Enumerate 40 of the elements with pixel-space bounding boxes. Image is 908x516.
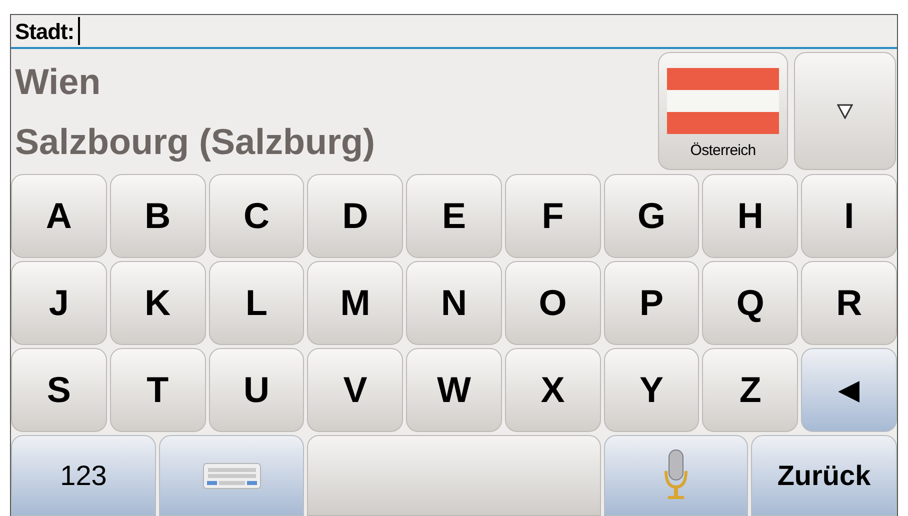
letter-key[interactable]: S xyxy=(11,348,107,432)
backspace-key[interactable]: ◀ xyxy=(801,348,897,432)
letter-key[interactable]: N xyxy=(406,261,502,345)
letter-key[interactable]: F xyxy=(504,174,601,258)
suggestion-item[interactable]: Wien xyxy=(15,52,101,112)
letter-key[interactable]: G xyxy=(604,174,700,258)
letter-key[interactable]: L xyxy=(208,261,304,345)
suggestion-item[interactable]: Salzbourg (Salzburg) xyxy=(15,112,375,172)
letter-key[interactable]: R xyxy=(801,261,897,345)
letter-key[interactable]: J xyxy=(11,261,107,345)
letter-key[interactable]: I xyxy=(801,174,897,258)
back-button[interactable]: Zurück xyxy=(751,435,897,516)
triangle-down-icon xyxy=(837,103,853,119)
microphone-key[interactable] xyxy=(604,435,748,516)
field-label: Stadt: xyxy=(15,18,74,46)
letter-key[interactable]: V xyxy=(307,348,404,432)
letter-key[interactable]: W xyxy=(406,348,502,432)
letter-key[interactable]: X xyxy=(504,348,601,432)
letter-key[interactable]: C xyxy=(208,174,304,258)
letter-key[interactable]: E xyxy=(406,174,502,258)
letter-key[interactable]: B xyxy=(110,174,206,258)
letter-key[interactable]: T xyxy=(110,348,206,432)
letter-key[interactable]: M xyxy=(307,261,404,345)
letter-key[interactable]: H xyxy=(702,174,798,258)
letter-key[interactable]: U xyxy=(208,348,304,432)
space-key[interactable] xyxy=(307,435,601,516)
numbers-key[interactable]: 123 xyxy=(11,435,156,516)
letter-key[interactable]: Q xyxy=(702,261,798,345)
letter-key[interactable]: D xyxy=(307,174,404,258)
country-button[interactable]: Österreich xyxy=(658,52,788,170)
letter-key[interactable]: A xyxy=(11,174,107,258)
letter-key[interactable]: Y xyxy=(604,348,700,432)
letter-key[interactable]: Z xyxy=(702,348,798,432)
flag-icon xyxy=(667,68,779,134)
keyboard-key[interactable] xyxy=(159,435,304,516)
letter-key[interactable]: O xyxy=(504,261,601,345)
keyboard-icon xyxy=(202,462,260,488)
letter-key[interactable]: K xyxy=(110,261,206,345)
letter-key[interactable]: P xyxy=(604,261,700,345)
dropdown-button[interactable] xyxy=(794,52,896,170)
